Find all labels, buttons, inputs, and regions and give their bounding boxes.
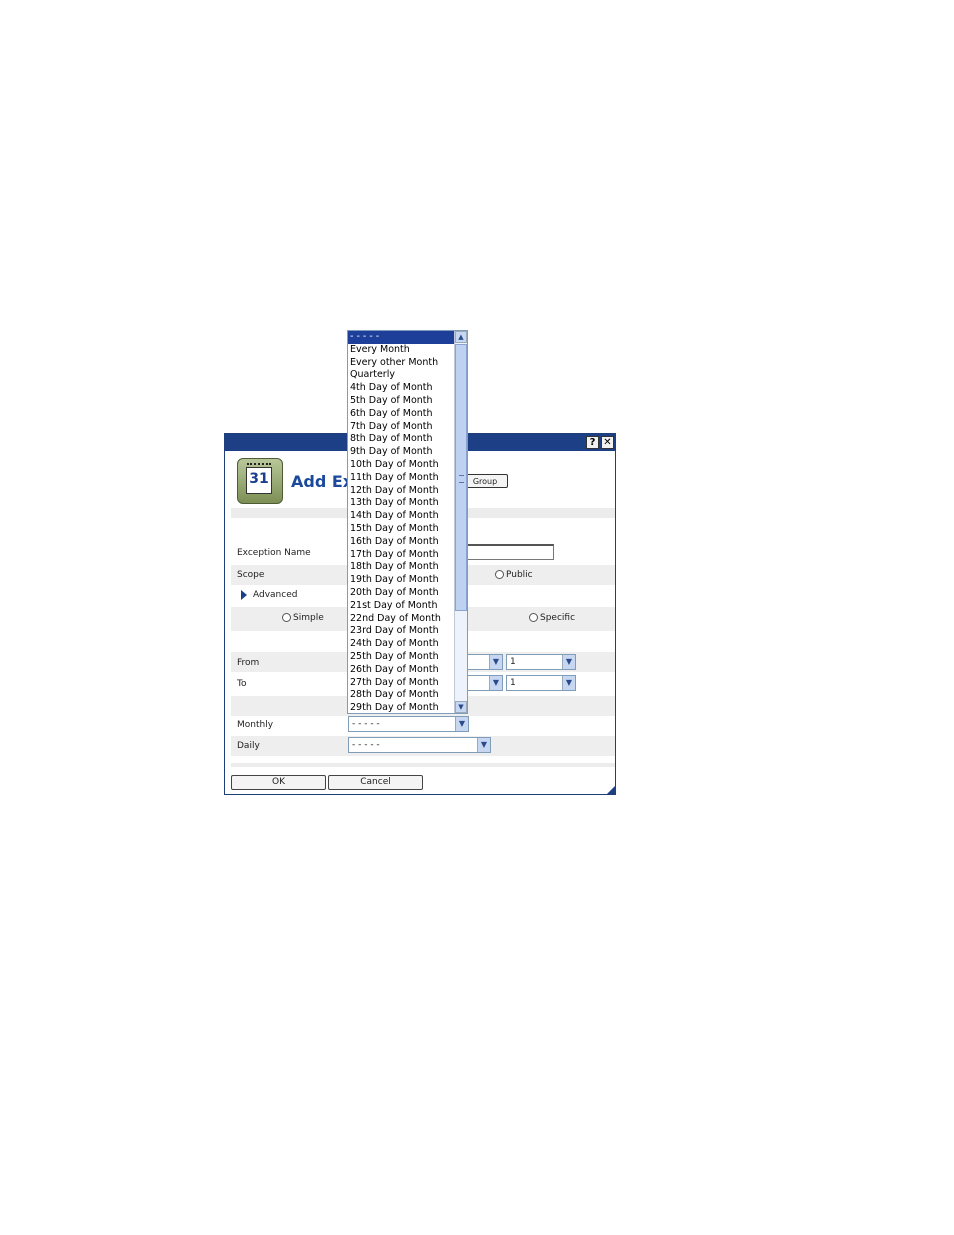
scope-public-label: Public (506, 570, 533, 580)
grip-icon (459, 475, 464, 483)
scope-label: Scope (237, 570, 265, 580)
chevron-down-icon[interactable]: ▼ (477, 738, 490, 752)
dropdown-option[interactable]: 13th Day of Month (348, 497, 454, 510)
dropdown-option[interactable]: 19th Day of Month (348, 574, 454, 587)
radio-icon[interactable] (529, 613, 538, 622)
from-label: From (237, 658, 260, 668)
dropdown-option[interactable]: 23rd Day of Month (348, 625, 454, 638)
exception-name-label: Exception Name (237, 548, 311, 558)
from-month-select[interactable]: ▼ (465, 654, 503, 670)
dropdown-option[interactable]: 27th Day of Month (348, 677, 454, 690)
footer-divider (231, 763, 615, 767)
daily-label: Daily (237, 741, 260, 751)
dropdown-option[interactable]: Every other Month (348, 357, 454, 370)
daily-select[interactable]: - - - - - ▼ (348, 737, 491, 753)
dropdown-option[interactable]: 22nd Day of Month (348, 613, 454, 626)
radio-icon[interactable] (495, 570, 504, 579)
dropdown-option[interactable]: 21st Day of Month (348, 600, 454, 613)
dropdown-option[interactable]: - - - - - (348, 331, 454, 344)
monthly-value: - - - - - (352, 719, 380, 729)
triangle-right-icon[interactable] (241, 590, 247, 600)
specific-radio[interactable]: Specific (529, 613, 575, 623)
chevron-down-icon[interactable]: ▼ (562, 655, 575, 669)
dropdown-scrollbar[interactable]: ▲ ▼ (454, 331, 467, 713)
dropdown-option[interactable]: 12th Day of Month (348, 485, 454, 498)
dropdown-option[interactable]: 28th Day of Month (348, 689, 454, 702)
to-day-value: 1 (510, 678, 516, 688)
dropdown-option[interactable]: 5th Day of Month (348, 395, 454, 408)
chevron-down-icon[interactable]: ▼ (489, 655, 502, 669)
from-day-select[interactable]: 1 ▼ (506, 654, 576, 670)
scrollbar-thumb[interactable] (455, 344, 467, 611)
radio-icon[interactable] (282, 613, 291, 622)
exception-name-field[interactable] (465, 544, 554, 560)
scope-public-radio[interactable]: Public (495, 570, 533, 580)
dropdown-option[interactable]: 10th Day of Month (348, 459, 454, 472)
dropdown-option[interactable]: 26th Day of Month (348, 664, 454, 677)
dropdown-option[interactable]: 11th Day of Month (348, 472, 454, 485)
to-day-select[interactable]: 1 ▼ (506, 675, 576, 691)
resize-grip-icon[interactable] (607, 786, 615, 794)
dropdown-option[interactable]: 24th Day of Month (348, 638, 454, 651)
monthly-select[interactable]: - - - - - ▼ (348, 716, 469, 732)
dropdown-option[interactable]: 14th Day of Month (348, 510, 454, 523)
to-label: To (237, 679, 247, 689)
ok-button[interactable]: OK (231, 775, 326, 790)
calendar-rings (247, 463, 271, 471)
dropdown-option[interactable]: 15th Day of Month (348, 523, 454, 536)
dropdown-options: - - - - - Every Month Every other Month Qua… (348, 331, 454, 713)
specific-label: Specific (540, 613, 576, 623)
cancel-button[interactable]: Cancel (328, 775, 423, 790)
dropdown-option[interactable]: 17th Day of Month (348, 549, 454, 562)
group-button[interactable]: Group (462, 474, 508, 488)
simple-radio[interactable]: Simple (282, 613, 324, 623)
close-icon[interactable]: ✕ (601, 436, 614, 449)
dropdown-option[interactable]: 16th Day of Month (348, 536, 454, 549)
dropdown-option[interactable]: 7th Day of Month (348, 421, 454, 434)
monthly-dropdown-list[interactable]: - - - - - Every Month Every other Month Qua… (347, 330, 468, 714)
chevron-down-icon[interactable]: ▼ (489, 676, 502, 690)
calendar-icon: 31 (237, 458, 283, 504)
dropdown-option[interactable]: 29th Day of Month (348, 702, 454, 713)
dropdown-option[interactable]: 4th Day of Month (348, 382, 454, 395)
chevron-down-icon[interactable]: ▼ (455, 701, 467, 713)
dropdown-option[interactable]: 25th Day of Month (348, 651, 454, 664)
help-icon[interactable]: ? (586, 436, 599, 449)
simple-label: Simple (293, 613, 324, 623)
calendar-number: 31 (249, 471, 269, 487)
chevron-down-icon[interactable]: ▼ (455, 717, 468, 731)
advanced-toggle[interactable]: Advanced (253, 590, 297, 600)
dropdown-option[interactable]: Quarterly (348, 369, 454, 382)
chevron-down-icon[interactable]: ▼ (562, 676, 575, 690)
monthly-label: Monthly (237, 720, 274, 730)
chevron-up-icon[interactable]: ▲ (455, 331, 467, 343)
dropdown-option[interactable]: 8th Day of Month (348, 433, 454, 446)
dropdown-option[interactable]: 6th Day of Month (348, 408, 454, 421)
from-day-value: 1 (510, 657, 516, 667)
dropdown-option[interactable]: 20th Day of Month (348, 587, 454, 600)
daily-value: - - - - - (352, 740, 380, 750)
dropdown-option[interactable]: Every Month (348, 344, 454, 357)
to-month-select[interactable]: ▼ (465, 675, 503, 691)
dropdown-option[interactable]: 9th Day of Month (348, 446, 454, 459)
dropdown-option[interactable]: 18th Day of Month (348, 561, 454, 574)
